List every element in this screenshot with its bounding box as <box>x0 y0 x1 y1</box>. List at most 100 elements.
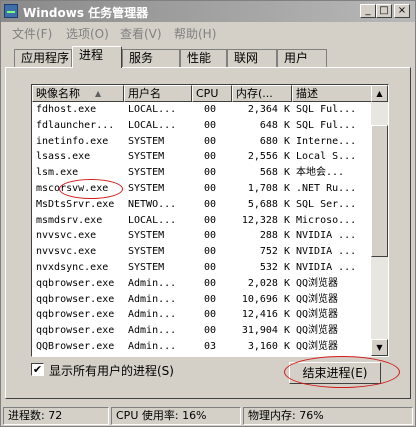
column-image-name[interactable]: 映像名称 ▲ <box>32 85 124 102</box>
scroll-up-arrow-icon[interactable]: ▲ <box>371 85 388 102</box>
cell-user: SYSTEM <box>128 151 165 163</box>
show-all-users-label: 显示所有用户的进程(S) <box>49 364 174 378</box>
cell-cpu: 00 <box>204 293 217 305</box>
cell-user: SYSTEM <box>128 246 165 258</box>
cell-desc: QQ浏览器 <box>296 309 339 321</box>
table-row[interactable]: qqbrowser.exe Admin... 00 31,904 K QQ浏览器 <box>32 323 372 339</box>
cell-name: nvvsvc.exe <box>36 246 97 258</box>
cell-cpu: 00 <box>204 119 217 131</box>
cell-mem: 3,160 K <box>247 341 290 352</box>
cell-name: fdlauncher... <box>36 119 115 131</box>
maximize-button[interactable]: □ <box>376 4 392 18</box>
cell-mem: 532 K <box>259 262 290 273</box>
title-bar[interactable]: Windows 任务管理器 _ □ × <box>1 1 415 22</box>
cell-cpu: 00 <box>204 198 217 210</box>
table-row[interactable]: lsass.exe SYSTEM 00 2,556 K Local S... <box>32 149 372 165</box>
tab-performance[interactable]: 性能 <box>180 49 227 67</box>
cell-cpu: 00 <box>204 246 217 258</box>
cell-mem: 288 K <box>259 230 290 242</box>
cell-mem: 5,688 K <box>247 198 290 210</box>
table-row[interactable]: nvxdsync.exe SYSTEM 00 532 K NVIDIA ... <box>32 260 372 276</box>
menu-file[interactable]: 文件(F) <box>12 25 52 42</box>
vertical-scrollbar[interactable]: ▲ ▼ <box>371 85 388 356</box>
cell-desc: QQ浏览器 <box>296 325 339 337</box>
column-user-name[interactable]: 用户名 <box>124 85 192 102</box>
column-image-name-label: 映像名称 <box>36 87 80 100</box>
table-row[interactable]: QQBrowser.exe Admin... 03 3,160 K QQ浏览器 <box>32 339 372 355</box>
cell-desc: .NET Ru... <box>296 183 357 194</box>
cell-cpu: 00 <box>204 104 217 115</box>
cell-mem: 680 K <box>259 135 290 147</box>
cell-desc: NVIDIA ... <box>296 246 357 258</box>
cell-mem: 12,416 K <box>241 309 290 321</box>
cell-cpu: 00 <box>204 135 217 147</box>
cell-user: Admin... <box>128 293 177 305</box>
cell-desc: Local S... <box>296 151 357 163</box>
column-description[interactable]: 描述 <box>292 85 372 102</box>
tab-users[interactable]: 用户 <box>277 49 327 67</box>
table-row[interactable]: lsm.exe SYSTEM 00 568 K 本地会... <box>32 165 372 181</box>
table-row[interactable]: nvvsvc.exe SYSTEM 00 752 K NVIDIA ... <box>32 244 372 260</box>
cell-mem: 12,328 K <box>241 214 290 226</box>
cell-user: SYSTEM <box>128 230 165 242</box>
tab-services[interactable]: 服务 <box>122 49 180 67</box>
cell-cpu: 00 <box>204 309 217 321</box>
cell-cpu: 00 <box>204 214 217 226</box>
column-memory[interactable]: 内存(... <box>232 85 292 102</box>
cell-mem: 752 K <box>259 246 290 258</box>
cell-desc: 本地会... <box>296 167 345 179</box>
tab-applications[interactable]: 应用程序 <box>14 49 72 67</box>
status-process-count: 进程数: 72 <box>3 407 109 425</box>
cell-desc: Interne... <box>296 135 357 147</box>
cell-name: msmdsrv.exe <box>36 214 103 226</box>
cell-name: nvxdsync.exe <box>36 262 109 273</box>
table-row[interactable]: mscorsvw.exe SYSTEM 00 1,708 K .NET Ru... <box>32 181 372 197</box>
tab-processes[interactable]: 进程 <box>72 46 122 68</box>
cell-user: Admin... <box>128 325 177 337</box>
window-title: Windows 任务管理器 <box>23 6 149 20</box>
table-row[interactable]: qqbrowser.exe Admin... 00 12,416 K QQ浏览器 <box>32 307 372 323</box>
close-button[interactable]: × <box>394 4 410 18</box>
show-all-users-checkbox[interactable]: ✔ <box>31 363 44 376</box>
cell-cpu: 00 <box>204 183 217 194</box>
scroll-down-arrow-icon[interactable]: ▼ <box>371 339 388 356</box>
table-row[interactable]: msmdsrv.exe LOCAL... 00 12,328 K Microso... <box>32 213 372 229</box>
cell-cpu: 03 <box>204 341 217 352</box>
cell-name: qqbrowser.exe <box>36 309 115 321</box>
table-row[interactable]: MsDtsSrvr.exe NETWO... 00 5,688 K SQL Ser... <box>32 197 372 213</box>
cell-mem: 568 K <box>259 167 290 179</box>
cell-cpu: 00 <box>204 230 217 242</box>
table-row[interactable]: fdlauncher... LOCAL... 00 648 K SQL Ful... <box>32 118 372 134</box>
cell-desc: SQL Ful... <box>296 104 357 115</box>
cell-user: Admin... <box>128 277 177 289</box>
table-row[interactable]: nvvsvc.exe SYSTEM 00 288 K NVIDIA ... <box>32 228 372 244</box>
process-list[interactable]: 映像名称 ▲ 用户名 CPU 内存(... 描述 fdhost.exe LOCAL… <box>31 84 389 357</box>
cell-name: nvvsvc.exe <box>36 230 97 242</box>
cell-user: SYSTEM <box>128 135 165 147</box>
table-row[interactable]: qqbrowser.exe Admin... 00 2,028 K QQ浏览器 <box>32 276 372 292</box>
tab-networking[interactable]: 联网 <box>227 49 277 67</box>
cell-desc: SQL Ful... <box>296 119 357 131</box>
cell-mem: 1,708 K <box>247 183 290 194</box>
cell-mem: 2,028 K <box>247 277 290 289</box>
table-row[interactable]: fdhost.exe LOCAL... 00 2,364 K SQL Ful... <box>32 102 372 118</box>
cell-name: qqbrowser.exe <box>36 293 115 305</box>
table-row[interactable]: inetinfo.exe SYSTEM 00 680 K Interne... <box>32 134 372 150</box>
cell-mem: 31,904 K <box>241 325 290 337</box>
cell-name: inetinfo.exe <box>36 135 109 147</box>
cell-desc: SQL Ser... <box>296 198 357 210</box>
end-process-button[interactable]: 结束进程(E) <box>289 362 381 384</box>
menu-view[interactable]: 查看(V) <box>120 25 162 42</box>
table-row[interactable]: qqbrowser.exe Admin... 00 10,696 K QQ浏览器 <box>32 292 372 308</box>
cell-user: NETWO... <box>128 198 177 210</box>
scroll-thumb[interactable] <box>371 125 388 257</box>
cell-mem: 10,696 K <box>241 293 290 305</box>
menu-help[interactable]: 帮助(H) <box>174 25 216 42</box>
column-cpu[interactable]: CPU <box>192 85 232 102</box>
cell-cpu: 00 <box>204 325 217 337</box>
task-manager-icon <box>4 4 18 18</box>
cell-name: lsm.exe <box>36 167 79 179</box>
menu-options[interactable]: 选项(O) <box>66 25 109 42</box>
minimize-button[interactable]: _ <box>360 4 376 18</box>
cell-cpu: 00 <box>204 151 217 163</box>
